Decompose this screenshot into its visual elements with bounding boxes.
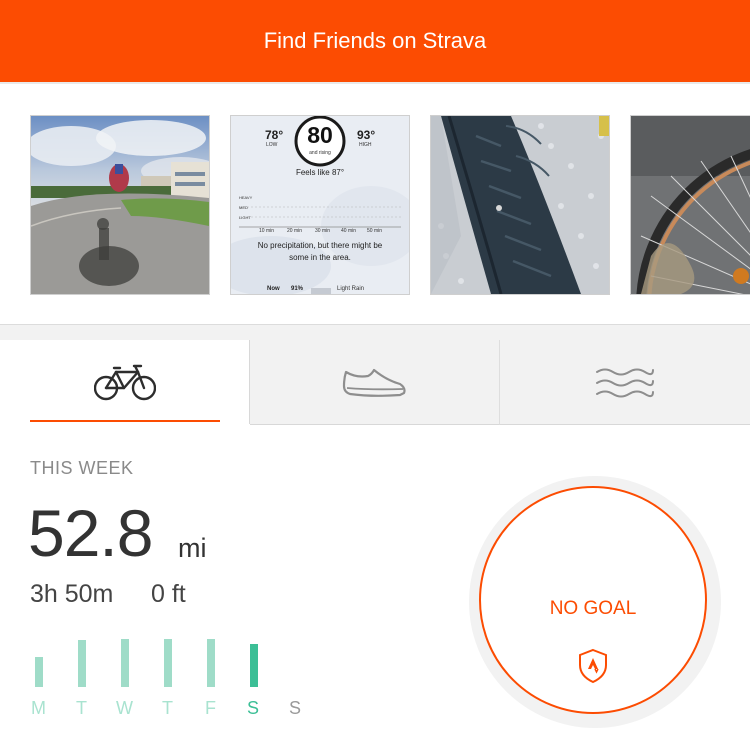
active-tab-indicator bbox=[30, 420, 220, 422]
time-tick: 40 min bbox=[341, 228, 357, 234]
day-bar bbox=[35, 657, 43, 687]
bike-icon bbox=[93, 364, 156, 401]
level-light: LIGHT bbox=[239, 215, 251, 220]
level-heavy: HEAVY bbox=[239, 195, 253, 200]
current-temp: 80 bbox=[307, 122, 333, 148]
high-temp: 93° bbox=[357, 128, 376, 142]
forecast-line-2: some in the area. bbox=[289, 253, 351, 262]
current-sub: and rising bbox=[309, 150, 331, 156]
photo-thumbnail-road[interactable] bbox=[30, 115, 210, 295]
tab-run[interactable] bbox=[250, 340, 500, 425]
photo-strip[interactable]: 78° LOW 80 and rising 93° HIGH Feels lik… bbox=[0, 84, 750, 324]
now-pct: 91% bbox=[291, 286, 304, 292]
sport-tabs bbox=[0, 340, 750, 425]
feels-like: Feels like 87° bbox=[295, 168, 345, 177]
weekly-elevation-value: 0 ft bbox=[151, 580, 186, 608]
time-tick: 50 min bbox=[367, 228, 383, 234]
weekly-time-value: 3h 50m bbox=[30, 580, 114, 608]
level-med: MED bbox=[239, 205, 248, 210]
high-label: HIGH bbox=[359, 142, 372, 148]
photo-thumbnail-tire[interactable] bbox=[430, 115, 610, 295]
day-label: S bbox=[289, 698, 302, 718]
this-week-label: THIS WEEK bbox=[30, 458, 134, 478]
day-label: T bbox=[76, 698, 87, 718]
find-friends-label: Find Friends on Strava bbox=[263, 28, 487, 53]
weekly-activity-chart: M T W T F S S bbox=[30, 620, 320, 730]
weekly-distance-value: 52.8 bbox=[28, 496, 153, 570]
tab-ride[interactable] bbox=[0, 340, 250, 424]
day-label: T bbox=[162, 698, 173, 718]
day-label: W bbox=[116, 698, 133, 718]
forecast-line-1: No precipitation, but there might be bbox=[257, 241, 383, 250]
time-tick: 20 min bbox=[287, 228, 303, 234]
distance-unit: mi bbox=[178, 533, 207, 563]
day-bar bbox=[121, 639, 129, 687]
find-friends-banner[interactable]: Find Friends on Strava bbox=[0, 0, 750, 84]
day-bar bbox=[78, 640, 86, 687]
day-bar bbox=[207, 639, 215, 687]
waves-icon bbox=[596, 368, 654, 398]
now-desc: Light Rain bbox=[337, 286, 365, 292]
goal-label: NO GOAL bbox=[549, 598, 637, 619]
day-label-today: S bbox=[247, 698, 260, 718]
photo-thumbnail-weather[interactable]: 78° LOW 80 and rising 93° HIGH Feels lik… bbox=[230, 115, 410, 295]
section-divider bbox=[0, 324, 750, 341]
shoe-icon bbox=[342, 368, 406, 397]
time-tick: 10 min bbox=[259, 228, 275, 234]
day-label: F bbox=[205, 698, 216, 718]
goal-button[interactable]: NO GOAL bbox=[479, 486, 707, 714]
now-label: Now bbox=[267, 286, 280, 292]
day-bar-today bbox=[250, 644, 258, 687]
day-bar bbox=[164, 639, 172, 687]
tab-swim[interactable] bbox=[500, 340, 750, 425]
time-tick: 30 min bbox=[315, 228, 331, 234]
photo-thumbnail-wheel[interactable] bbox=[630, 115, 750, 295]
day-label: M bbox=[31, 698, 46, 718]
shield-icon bbox=[579, 648, 607, 684]
